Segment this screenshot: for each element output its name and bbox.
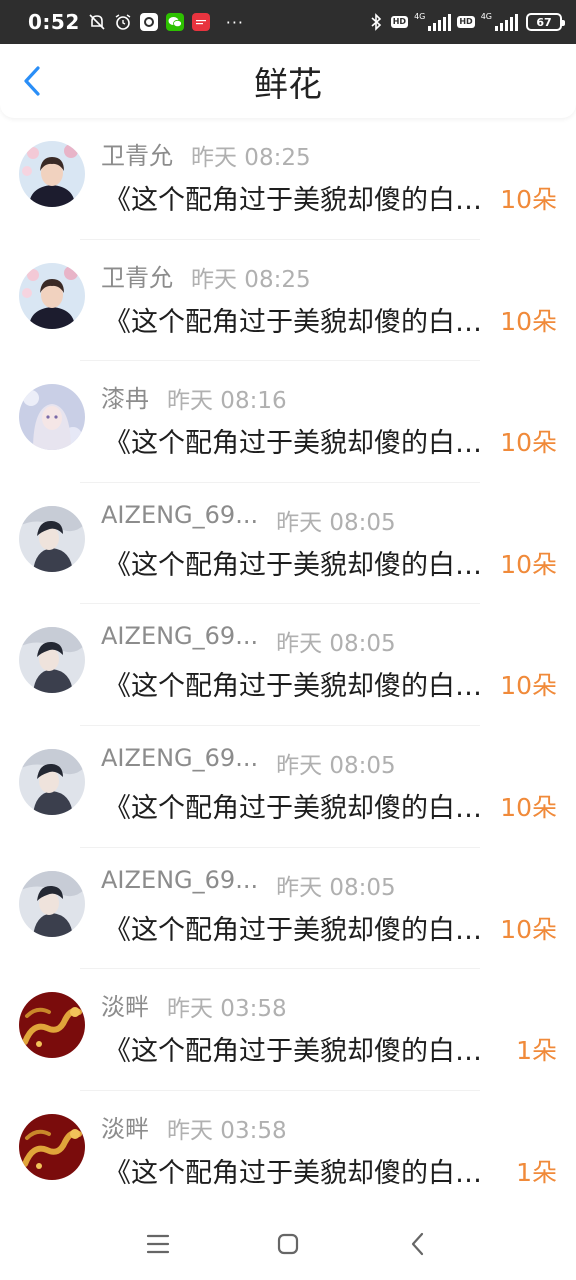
timestamp: 昨天 08:05 — [276, 509, 396, 536]
sender-name: 淡畔 — [101, 1114, 149, 1143]
avatar[interactable] — [19, 627, 85, 694]
book-title: 《这个配角过于美貌却傻的白月光 — [104, 185, 496, 216]
home-icon — [277, 1233, 299, 1255]
list-item[interactable]: 漆冉 昨天 08:16 《这个配角过于美貌却傻的白月光 10朵 — [0, 361, 576, 483]
avatar[interactable] — [19, 992, 85, 1059]
alarm-icon — [114, 13, 132, 31]
signal-strength-1: 4G — [414, 12, 452, 31]
flower-list: 卫青允 昨天 08:25 《这个配角过于美貌却傻的白月光 10朵 卫青允 昨天 08:25… — [0, 118, 576, 1213]
app-icon — [139, 13, 158, 31]
sender-name: AIZENG_69... — [101, 743, 259, 772]
back-button[interactable] — [16, 64, 48, 98]
more-notifications-indicator: ··· — [225, 12, 245, 32]
flower-count: 10朵 — [500, 549, 557, 579]
book-title: 《这个配角过于美貌却傻的白月光 — [104, 671, 496, 703]
news-app-icon — [191, 13, 210, 31]
timestamp: 昨天 03:58 — [167, 996, 287, 1023]
status-left: 0:52 ··· — [28, 10, 244, 34]
battery-level: 67 — [536, 15, 552, 29]
book-title: 《这个配角过于美貌却傻的白月光 — [104, 306, 496, 338]
flower-count: 10朵 — [500, 306, 557, 336]
timestamp: 昨天 03:58 — [167, 1117, 287, 1144]
timestamp: 昨天 08:25 — [191, 266, 311, 293]
flower-count: 10朵 — [500, 914, 557, 944]
sender-name: AIZENG_69... — [101, 500, 259, 529]
book-title: 《这个配角过于美貌却傻的白月光 — [104, 792, 496, 824]
timestamp: 昨天 08:25 — [191, 145, 311, 171]
network-type-1: 4G — [414, 12, 426, 21]
avatar[interactable] — [19, 748, 85, 815]
sender-name: AIZENG_69... — [101, 865, 259, 894]
menu-icon — [146, 1234, 170, 1254]
network-type-2: 4G — [480, 12, 492, 21]
battery-icon: 67 — [526, 13, 565, 31]
flower-count: 10朵 — [500, 671, 557, 701]
flower-count: 10朵 — [500, 185, 557, 214]
avatar[interactable] — [19, 870, 85, 937]
list-item[interactable]: AIZENG_69... 昨天 08:05 《这个配角过于美貌却傻的白月光 10朵 — [0, 848, 576, 970]
hd-badge-2: HD — [457, 16, 475, 28]
list-item[interactable]: AIZENG_69... 昨天 08:05 《这个配角过于美貌却傻的白月光 10朵 — [0, 726, 576, 848]
sender-name: AIZENG_69... — [101, 622, 259, 651]
status-time: 0:52 — [28, 10, 80, 34]
sender-name: 漆冉 — [101, 385, 149, 414]
flower-count: 1朵 — [516, 1036, 557, 1066]
signal-strength-2: 4G — [481, 13, 518, 31]
timestamp: 昨天 08:05 — [276, 752, 396, 779]
hd-badge-1: HD — [390, 16, 409, 28]
sender-name: 淡畔 — [101, 993, 149, 1022]
header: 鲜花 — [0, 44, 576, 118]
menu-button[interactable] — [143, 1229, 173, 1259]
list-item[interactable]: 卫青允 昨天 08:25 《这个配角过于美貌却傻的白月光 10朵 — [0, 240, 576, 362]
sender-name: 卫青允 — [101, 142, 173, 170]
avatar[interactable] — [19, 1113, 85, 1180]
list-item[interactable]: 淡畔 昨天 03:58 《这个配角过于美貌却傻的白月光 1朵 — [0, 969, 576, 1091]
avatar[interactable] — [19, 384, 85, 451]
mute-bell-icon — [88, 13, 106, 31]
bluetooth-icon — [367, 13, 385, 31]
book-title: 《这个配角过于美貌却傻的白月光 — [104, 1036, 496, 1068]
book-title: 《这个配角过于美貌却傻的白月光 — [104, 549, 496, 581]
page-title: 鲜花 — [254, 64, 322, 105]
sender-name: 卫青允 — [101, 263, 173, 292]
flower-count: 10朵 — [500, 428, 557, 458]
nav-back-button[interactable] — [403, 1229, 433, 1259]
list-item[interactable]: AIZENG_69... 昨天 08:05 《这个配角过于美貌却傻的白月光 10朵 — [0, 604, 576, 726]
wechat-icon — [165, 13, 184, 31]
back-icon — [411, 1232, 424, 1256]
flower-count: 1朵 — [516, 1157, 557, 1187]
timestamp: 昨天 08:05 — [276, 631, 396, 658]
timestamp: 昨天 08:16 — [167, 388, 287, 415]
list-item[interactable]: 淡畔 昨天 03:58 《这个配角过于美貌却傻的白月光 1朵 — [0, 1091, 576, 1213]
chevron-left-icon — [24, 66, 40, 96]
status-bar: 0:52 ··· HD 4G HD 4G 67 — [0, 0, 576, 44]
list-item[interactable]: 卫青允 昨天 08:25 《这个配角过于美貌却傻的白月光 10朵 — [0, 118, 576, 240]
avatar[interactable] — [19, 141, 85, 207]
avatar[interactable] — [19, 262, 85, 329]
flower-count: 10朵 — [500, 792, 557, 822]
book-title: 《这个配角过于美貌却傻的白月光 — [104, 1157, 496, 1189]
timestamp: 昨天 08:05 — [276, 874, 396, 901]
home-button[interactable] — [273, 1229, 303, 1259]
list-item[interactable]: AIZENG_69... 昨天 08:05 《这个配角过于美貌却傻的白月光 10朵 — [0, 483, 576, 605]
system-nav-bar — [0, 1208, 576, 1280]
status-right: HD 4G HD 4G 67 — [367, 12, 565, 31]
avatar[interactable] — [19, 505, 85, 572]
book-title: 《这个配角过于美貌却傻的白月光 — [104, 914, 496, 946]
book-title: 《这个配角过于美貌却傻的白月光 — [104, 428, 496, 460]
